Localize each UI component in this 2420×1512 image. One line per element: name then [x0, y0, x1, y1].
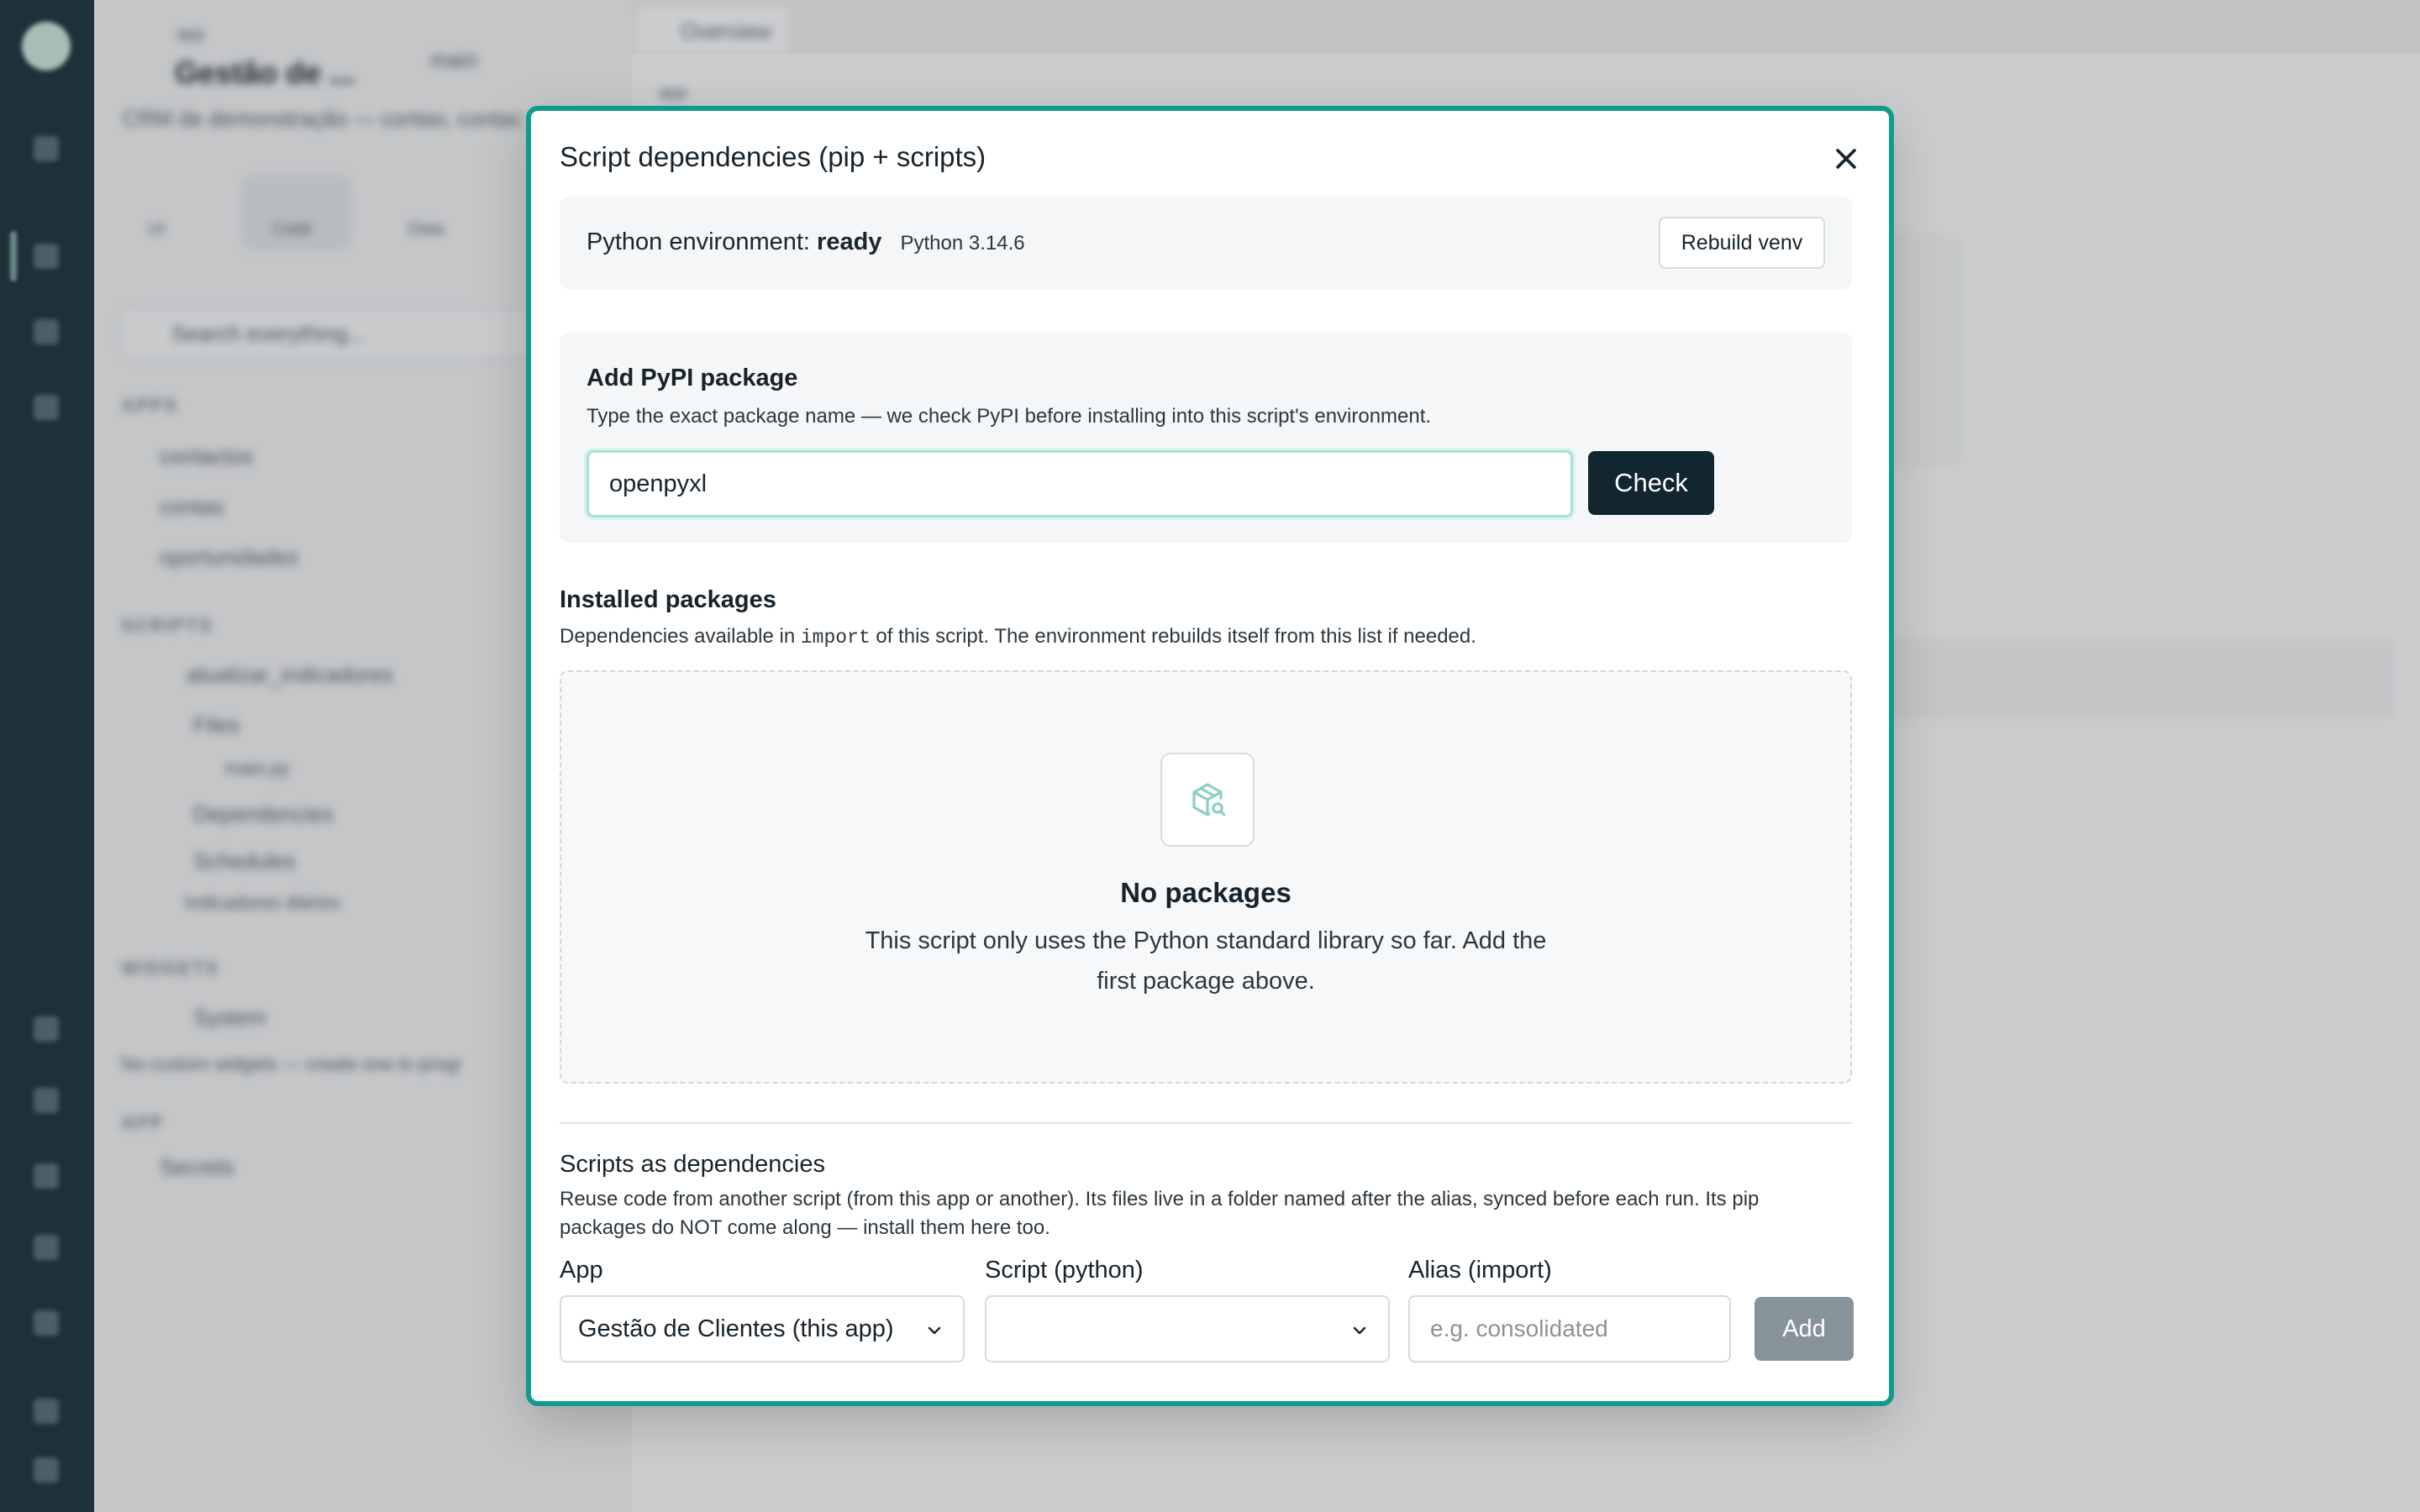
empty-packages-state: No packages This script only uses the Py…: [560, 670, 1852, 1084]
main-label: app: [659, 84, 687, 102]
add-pypi-panel: Add PyPI package Type the exact package …: [560, 333, 1852, 543]
alias-input[interactable]: [1408, 1295, 1731, 1362]
script-select[interactable]: [985, 1295, 1390, 1362]
import-code: import: [800, 627, 871, 648]
branch-selector[interactable]: main: [430, 47, 477, 73]
widgets-note: No custom widgets — create one to progr: [121, 1053, 462, 1074]
sidebar-search[interactable]: Search everything...: [119, 307, 560, 360]
package-search-icon: [1160, 753, 1255, 847]
logout-icon[interactable]: [34, 1457, 59, 1483]
send-icon[interactable]: [34, 1016, 59, 1042]
users-icon[interactable]: [34, 1088, 59, 1113]
sidebar-item-dependencies[interactable]: Dependencies: [193, 801, 333, 827]
sidebar-item-app[interactable]: contas: [160, 494, 224, 520]
sidebar-item-app[interactable]: contactos: [160, 444, 253, 470]
app-section-label: APP: [121, 1112, 165, 1133]
widgets-section-label: WIDGETS: [121, 958, 219, 979]
alias-field-label: Alias (import): [1408, 1257, 1552, 1284]
mode-tile-data[interactable]: Data: [373, 175, 482, 250]
environment-panel: Python environment: ready Python 3.14.6 …: [560, 197, 1852, 289]
sidebar-item-files[interactable]: Files: [193, 712, 239, 738]
add-pypi-description: Type the exact package name — we check P…: [587, 405, 1432, 428]
sidebar-item-system[interactable]: System: [193, 1005, 266, 1031]
empty-description: This script only uses the Python standar…: [865, 927, 1547, 995]
chevron-down-icon: [928, 1326, 941, 1335]
help-icon[interactable]: [34, 1235, 59, 1260]
package-name-input[interactable]: [587, 450, 1573, 517]
sidebar-item-app[interactable]: oportunidades: [160, 544, 298, 570]
code-icon[interactable]: [34, 244, 59, 269]
app-select[interactable]: Gestão de Clientes (this app): [560, 1295, 965, 1362]
chevron-down-icon: [1353, 1326, 1366, 1335]
scripts-deps-title: Scripts as dependencies: [560, 1151, 825, 1178]
grid-icon[interactable]: [34, 136, 59, 161]
apps-section-label: APPS: [121, 395, 178, 416]
sidebar-item-schedule[interactable]: Indicadores diários: [185, 892, 340, 914]
tab-overview[interactable]: Overview: [637, 7, 788, 54]
rocket-icon[interactable]: [34, 319, 59, 344]
installed-packages-description: Dependencies available in import of this…: [560, 625, 1476, 648]
app-select-value: Gestão de Clientes (this app): [578, 1315, 894, 1342]
sidebar-item-schedules[interactable]: Schedules: [193, 848, 295, 874]
app-field-label: App: [560, 1257, 603, 1284]
more-icon[interactable]: [34, 395, 59, 420]
modal-title: Script dependencies (pip + scripts): [560, 141, 986, 172]
app-rail: [0, 0, 94, 1512]
logo-icon: [22, 22, 71, 71]
sidebar-item-script[interactable]: atualizar_indicadores: [187, 662, 393, 688]
mode-tile-code[interactable]: Code: [242, 175, 351, 250]
theme-icon[interactable]: [34, 1399, 59, 1424]
repo-label: app: [176, 25, 205, 44]
app-title: Gestão de ...: [175, 55, 355, 90]
check-button[interactable]: Check: [1588, 451, 1714, 515]
rail-active-indicator: [10, 231, 17, 281]
environment-status: Python environment: ready Python 3.14.6: [587, 228, 1025, 256]
scripts-deps-desc-line2: packages do NOT come along — install the…: [560, 1216, 1050, 1239]
rebuild-venv-button[interactable]: Rebuild venv: [1659, 217, 1825, 269]
add-button[interactable]: Add: [1754, 1297, 1854, 1361]
app-description: CRM de demonstração — contas, contac: [123, 106, 523, 131]
dependencies-modal: Script dependencies (pip + scripts) Pyth…: [526, 106, 1894, 1406]
add-pypi-title: Add PyPI package: [587, 365, 798, 391]
script-field-label: Script (python): [985, 1257, 1144, 1284]
scripts-deps-desc-line1: Reuse code from another script (from thi…: [560, 1188, 1760, 1210]
mode-tile-ui[interactable]: UI: [109, 175, 218, 250]
empty-title: No packages: [1120, 877, 1292, 908]
environment-state: ready: [817, 228, 882, 255]
tab-strip: [632, 0, 2420, 54]
wrench-icon[interactable]: [34, 1163, 59, 1189]
environment-label: Python environment:: [587, 228, 810, 255]
sidebar-item-secrets[interactable]: Secrets: [160, 1154, 234, 1180]
section-divider: [560, 1122, 1852, 1124]
installed-packages-title: Installed packages: [560, 586, 776, 613]
python-version: Python 3.14.6: [900, 232, 1025, 255]
close-icon[interactable]: [1832, 144, 1860, 173]
scripts-section-label: SCRIPTS: [121, 615, 213, 636]
sidebar-item-file[interactable]: main.py: [225, 758, 290, 780]
settings-icon[interactable]: [34, 1310, 59, 1336]
